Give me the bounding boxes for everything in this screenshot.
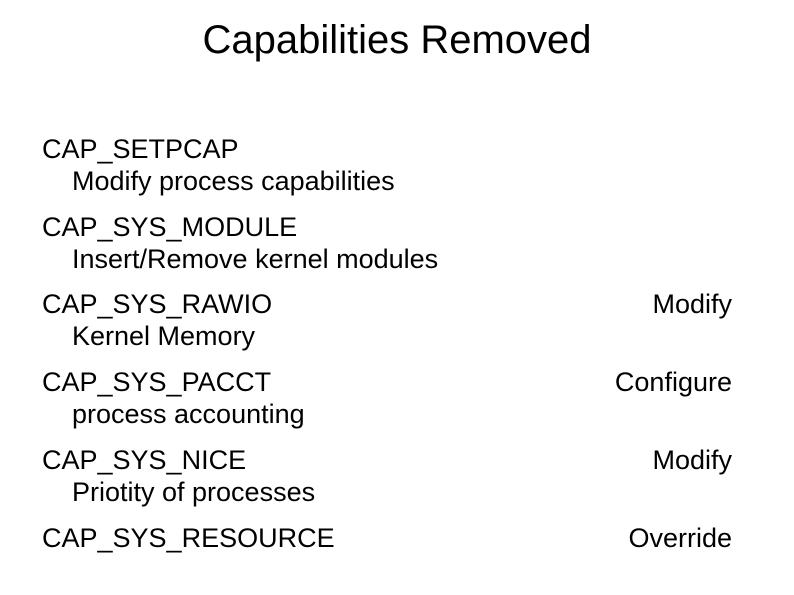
capability-name: CAP_SYS_MODULE: [42, 212, 752, 244]
capability-code: CAP_SYS_MODULE: [42, 212, 297, 242]
capability-code: CAP_SYS_PACCT: [42, 367, 271, 397]
capability-action: Modify: [652, 445, 752, 477]
slide-content: CAP_SETPCAP Modify process capabilities …: [42, 134, 752, 568]
capability-entry: CAP_SYS_MODULE Insert/Remove kernel modu…: [42, 212, 752, 276]
capability-desc: process accounting: [42, 399, 752, 431]
capability-name: CAP_SYS_NICE Modify: [42, 445, 752, 477]
capability-desc: Modify process capabilities: [42, 166, 752, 198]
capability-name: CAP_SYS_RAWIO Modify: [42, 289, 752, 321]
capability-name: CAP_SYS_PACCT Configure: [42, 367, 752, 399]
slide-title: Capabilities Removed: [0, 18, 794, 63]
capability-name: CAP_SYS_RESOURCE Override: [42, 523, 752, 555]
capability-action: Modify: [652, 289, 752, 321]
capability-entry: CAP_SYS_NICE Modify Priotity of processe…: [42, 445, 752, 509]
slide: Capabilities Removed CAP_SETPCAP Modify …: [0, 0, 794, 595]
capability-action: Configure: [615, 367, 752, 399]
capability-code: CAP_SYS_RAWIO: [42, 289, 272, 319]
capability-desc: Priotity of processes: [42, 477, 752, 509]
capability-code: CAP_SYS_RESOURCE: [42, 523, 335, 553]
capability-action: Override: [628, 523, 752, 555]
capability-entry: CAP_SYS_PACCT Configure process accounti…: [42, 367, 752, 431]
capability-entry: CAP_SYS_RAWIO Modify Kernel Memory: [42, 289, 752, 353]
capability-code: CAP_SETPCAP: [42, 134, 239, 164]
capability-entry: CAP_SETPCAP Modify process capabilities: [42, 134, 752, 198]
capability-code: CAP_SYS_NICE: [42, 445, 246, 475]
capability-entry: CAP_SYS_RESOURCE Override: [42, 523, 752, 555]
capability-name: CAP_SETPCAP: [42, 134, 752, 166]
capability-desc: Kernel Memory: [42, 321, 752, 353]
capability-desc: Insert/Remove kernel modules: [42, 244, 752, 276]
